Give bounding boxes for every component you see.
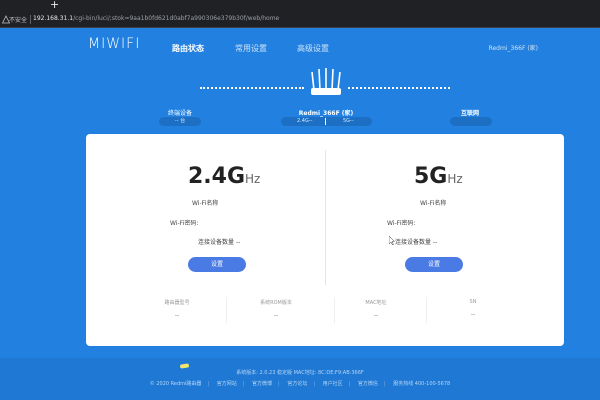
address-separator — [30, 15, 31, 24]
band-5-title: 5GHz — [414, 164, 463, 189]
browser-address-bar[interactable]: 不安全 192.168.31.1/cgi-bin/luci/;stok=9aa1… — [0, 12, 600, 28]
band-divider-line — [325, 150, 326, 285]
footer-hotline: 服务热线 400-100-5678 — [393, 381, 451, 387]
insecure-label[interactable]: 不安全 — [9, 15, 27, 24]
info-value: -- — [174, 312, 180, 319]
band-24-unit: Hz — [245, 172, 261, 186]
footer-background — [0, 358, 600, 400]
band-status-pill[interactable]: 2.4G-- 5G-- — [281, 117, 372, 126]
info-separator — [226, 297, 227, 323]
info-value: -- — [273, 312, 279, 319]
band-24-status: 2.4G-- — [297, 118, 313, 124]
topology-line-left — [200, 87, 304, 89]
band-5-freq: 5G — [414, 164, 448, 189]
new-tab-button[interactable]: + — [50, 0, 59, 11]
url-path: /cgi-bin/luci/;stok=9aa1b0fd621d0abf7a99… — [73, 15, 280, 22]
footer-pipe: | — [207, 381, 210, 387]
info-value: -- — [470, 311, 476, 318]
router-name-label: Redmi_366F (家) — [298, 110, 354, 117]
url-text[interactable]: 192.168.31.1/cgi-bin/luci/;stok=9aa1b0fd… — [33, 15, 279, 22]
topology-line-right — [348, 87, 450, 89]
info-key: SN — [469, 299, 477, 305]
band-divider — [325, 118, 326, 125]
router-device-name[interactable]: Redmi_366F (家) — [489, 43, 538, 52]
router-icon — [311, 68, 341, 95]
band-24-title: 2.4GHz — [188, 164, 260, 189]
band-24-freq: 2.4G — [188, 164, 246, 189]
info-mac-address: MAC地址 -- — [328, 299, 424, 319]
info-rom-version: 系统ROM版本 -- — [228, 299, 324, 319]
info-sn: SN -- — [425, 299, 521, 318]
info-key: 路由器型号 — [164, 300, 190, 306]
footer-link-community[interactable]: 用户社区 — [323, 381, 343, 387]
mouse-cursor-icon — [389, 236, 395, 245]
browser-tabstrip: + — [0, 0, 600, 12]
terminal-devices-count[interactable]: -- 台 — [159, 117, 201, 126]
band-5-wifi-password-label: Wi-Fi密码: — [387, 220, 416, 227]
footer-pipe: | — [242, 381, 245, 387]
band-5-wifi-name-label: Wi-Fi名称 — [420, 200, 447, 207]
info-value: -- — [373, 312, 379, 319]
miwifi-logo[interactable]: MIWIFI — [88, 36, 140, 52]
info-key: 系统ROM版本 — [260, 300, 292, 306]
band-24-wifi-password-label: Wi-Fi密码: — [170, 220, 199, 227]
band-24-clients-label: 连接设备数量 -- — [198, 239, 241, 246]
nav-common-settings[interactable]: 常用设置 — [235, 43, 267, 54]
band-24-wifi-name-label: Wi-Fi名称 — [192, 200, 219, 207]
nav-router-status[interactable]: 路由状态 — [172, 43, 204, 54]
wifi-status-card: 2.4GHz Wi-Fi名称 Wi-Fi密码: 连接设备数量 -- 设置 5GH… — [86, 134, 564, 346]
footer-pipe: | — [348, 381, 351, 387]
band-24-settings-button[interactable]: 设置 — [188, 257, 246, 272]
info-router-model: 路由器型号 -- — [129, 299, 225, 319]
band-5-unit: Hz — [447, 172, 463, 186]
footer-pipe: | — [313, 381, 316, 387]
footer-link-wechat[interactable]: 官方微信 — [358, 381, 378, 387]
footer-link-official-site[interactable]: 官方网站 — [217, 381, 237, 387]
nav-advanced-settings[interactable]: 高级设置 — [297, 43, 329, 54]
terminal-devices-label: 终端设备 — [167, 110, 192, 117]
info-key: MAC地址 — [365, 300, 387, 306]
band-5-clients-label: 连接设备数量 -- — [395, 239, 438, 246]
internet-status[interactable] — [450, 117, 492, 126]
footer-link-weibo[interactable]: 官方微博 — [252, 381, 272, 387]
url-host: 192.168.31.1 — [33, 15, 74, 22]
band-5-status: 5G-- — [343, 118, 354, 124]
footer-links: © 2020 Redmi路由器 | 官方网站 | 官方微博 | 官方论坛 | 用户社区 |… — [0, 380, 600, 387]
footer-link-forum[interactable]: 官方论坛 — [287, 381, 307, 387]
footer-copyright: © 2020 Redmi路由器 — [149, 381, 202, 387]
band-5-settings-button[interactable]: 设置 — [405, 257, 463, 272]
footer-pipe: | — [383, 381, 386, 387]
footer-pipe: | — [278, 381, 280, 387]
footer-system-info: 系统版本: 2.0.23 稳定版 MAC地址: 8C:DE:F9:AB:366F — [236, 370, 364, 376]
internet-label: 互联网 — [460, 110, 479, 117]
